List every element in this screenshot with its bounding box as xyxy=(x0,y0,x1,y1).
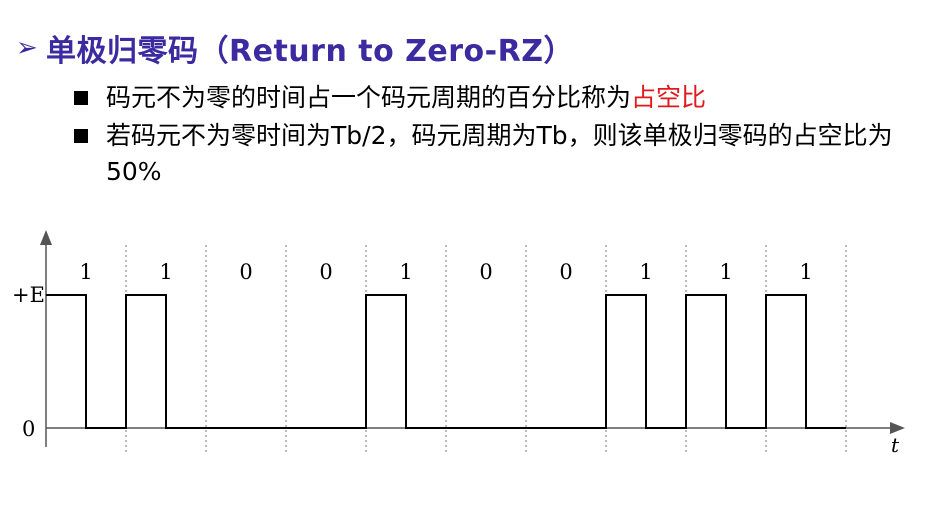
bit-label: 0 xyxy=(319,260,332,284)
y-level-high-label: +E xyxy=(12,283,45,307)
square-bullet-icon xyxy=(74,129,88,143)
slide-title: 单极归零码（Return to Zero-RZ） xyxy=(46,34,574,69)
y-level-zero-label: 0 xyxy=(22,417,35,441)
x-axis-label: t xyxy=(891,433,900,457)
bit-label: 1 xyxy=(639,260,652,284)
bullet-item-example: 若码元不为零时间为Tb/2，码元周期为Tb，则该单极归零码的占空比为50% xyxy=(74,118,894,190)
bullet-item-duty-cycle-definition: 码元不为零的时间占一个码元周期的百分比称为占空比 xyxy=(74,80,894,116)
bit-label: 1 xyxy=(799,260,812,284)
bit-label: 1 xyxy=(399,260,412,284)
bullet-text: 若码元不为零时间为Tb/2，码元周期为Tb，则该单极归零码的占空比为50% xyxy=(106,121,893,186)
waveform-svg: +E 0 t 1 1 0 0 1 0 0 1 1 1 xyxy=(12,230,905,457)
bit-label: 0 xyxy=(559,260,572,284)
bullet-text: 码元不为零的时间占一个码元周期的百分比称为占空比 xyxy=(106,80,706,116)
slide-title-row: ➢ 单极归零码（Return to Zero-RZ） xyxy=(16,26,574,70)
slide: ➢ 单极归零码（Return to Zero-RZ） 码元不为零的时间占一个码元… xyxy=(0,0,926,509)
bit-label: 0 xyxy=(239,260,252,284)
bullet-list: 码元不为零的时间占一个码元周期的百分比称为占空比 若码元不为零时间为Tb/2，码… xyxy=(74,80,894,192)
bit-label: 0 xyxy=(479,260,492,284)
arrow-bullet-icon: ➢ xyxy=(16,33,38,63)
bullet-text-main: 码元不为零的时间占一个码元周期的百分比称为 xyxy=(106,83,632,112)
bit-label: 1 xyxy=(159,260,172,284)
bit-label: 1 xyxy=(719,260,732,284)
square-bullet-icon xyxy=(74,91,88,105)
highlighted-term: 占空比 xyxy=(631,83,707,112)
rz-waveform-chart: +E 0 t 1 1 0 0 1 0 0 1 1 1 xyxy=(0,225,926,509)
bit-label: 1 xyxy=(79,260,92,284)
